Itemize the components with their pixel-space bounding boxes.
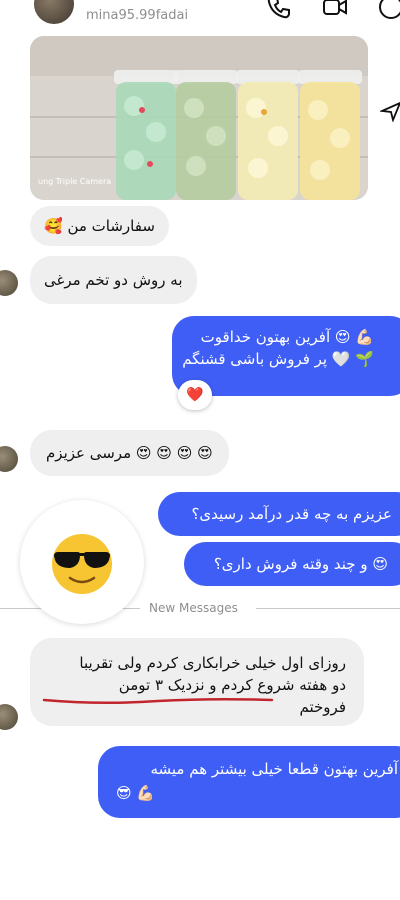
sender-avatar[interactable] [0,446,18,472]
contact-name[interactable]: mina [86,0,128,4]
sunglasses-emoji-icon [52,534,112,594]
share-icon[interactable] [380,100,400,122]
message-text: دو هفته شروع کردم و نزدیک ۳ تومن [118,676,346,694]
contact-username[interactable]: mina95.99fadai [86,8,188,23]
message-text: به روش دو تخم مرغی [44,271,183,289]
info-icon[interactable] [378,0,400,20]
message-text: روزای اول خیلی خرابکاری کردم ولی تقریبا [79,654,346,672]
new-messages-divider: New Messages [149,601,238,615]
message-text: آفرین بهتون قطعا خیلی بیشتر هم میشه [150,760,398,778]
sent-message[interactable]: 😍 و چند وقته فروش داری؟ [184,542,400,586]
message-text: سفارشات من 🥰 [44,217,155,235]
red-underline-annotation [42,697,274,705]
received-message[interactable]: به روش دو تخم مرغی [30,256,197,304]
message-text: عزیزم به چه قدر درآمد رسیدی؟ [191,505,392,523]
received-message[interactable]: سفارشات من 🥰 [30,206,169,246]
jar [114,70,178,200]
received-message[interactable]: روزای اول خیلی خرابکاری کردم ولی تقریبا … [30,638,364,726]
message-text: 😍 😍 😍 😍 مرسی عزیزم [46,444,213,462]
message-text: 🌱 🤍 پر فروش باشی قشنگم [182,350,374,368]
reaction-emoji: ❤️ [186,387,204,403]
message-text: 😎 💪🏻 [116,784,156,802]
sender-avatar[interactable] [0,270,18,296]
contact-avatar[interactable] [34,0,74,24]
sent-message[interactable]: آفرین بهتون قطعا خیلی بیشتر هم میشه 😎 💪🏻 [98,746,400,818]
jars-image [30,36,368,200]
divider-line [256,608,400,609]
shared-photo[interactable]: ung Triple Camera [30,36,368,200]
video-camera-icon[interactable] [322,0,348,20]
sender-avatar[interactable] [0,704,18,730]
phone-icon[interactable] [266,0,292,20]
heart-reaction[interactable]: ❤️ [178,380,212,410]
sent-message[interactable]: عزیزم به چه قدر درآمد رسیدی؟ [158,492,400,536]
photo-caption: ung Triple Camera [38,177,112,186]
message-text: 💪🏻 😍 آفرین بهتون خداقوت [200,328,374,346]
received-message[interactable]: 😍 😍 😍 😍 مرسی عزیزم [30,430,229,476]
sunglasses-sticker[interactable] [20,500,144,624]
message-text: 😍 و چند وقته فروش داری؟ [213,555,388,573]
